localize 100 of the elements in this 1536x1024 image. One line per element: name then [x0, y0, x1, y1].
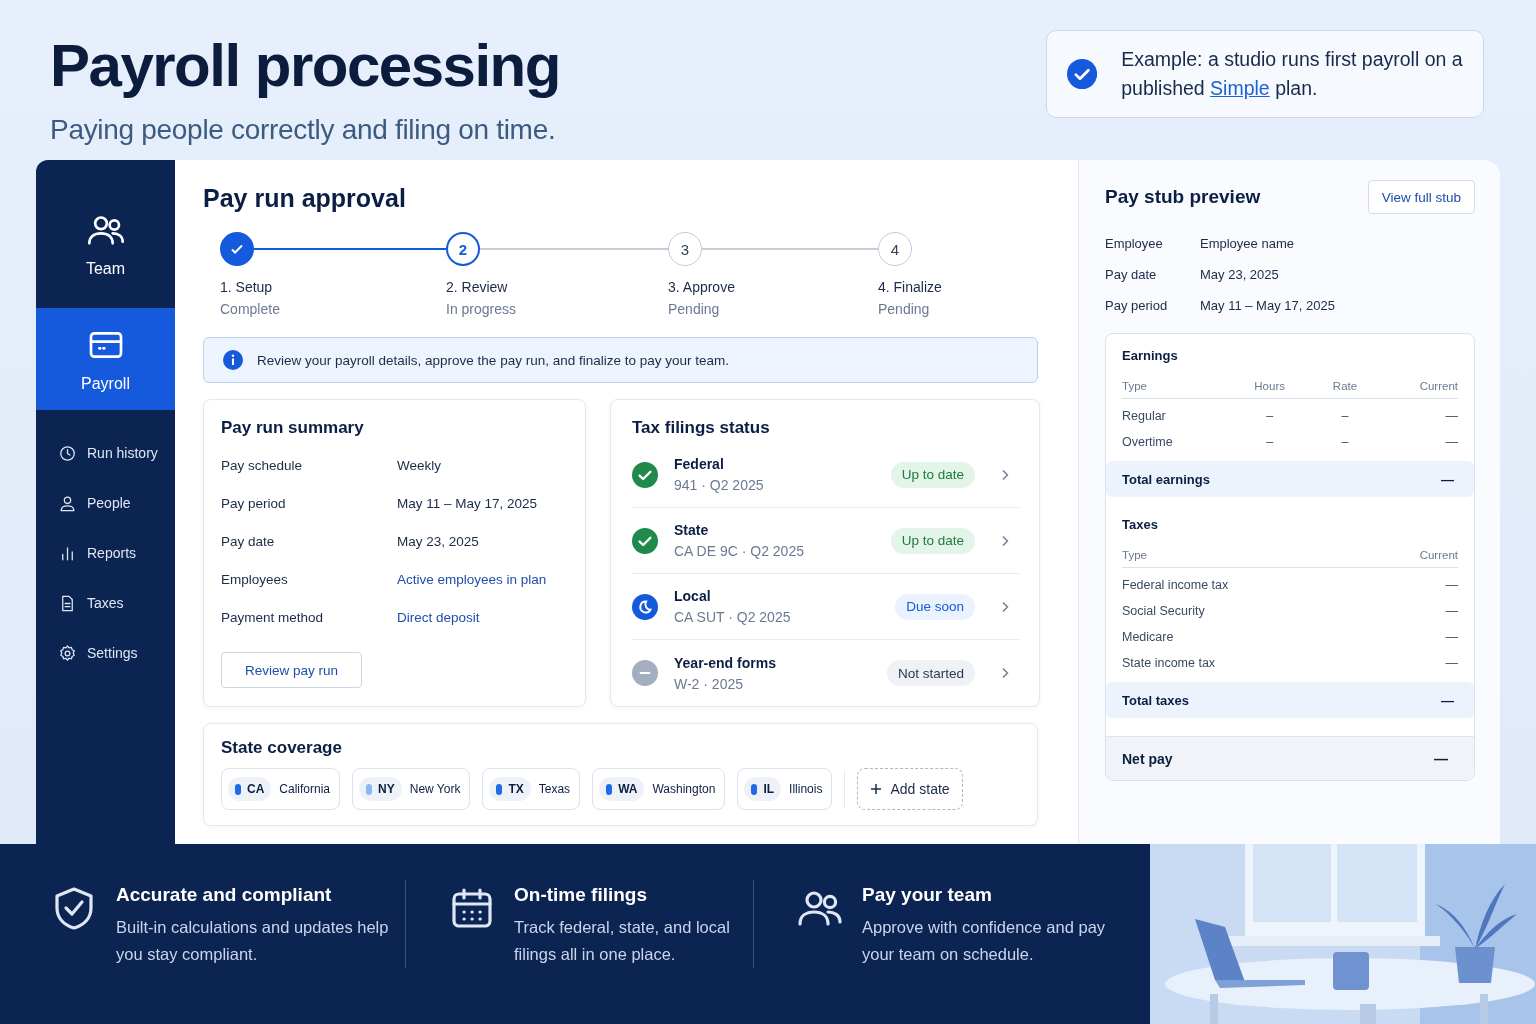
state-name: New York — [409, 782, 461, 796]
filing-detail: W-2 · 2025 — [674, 675, 744, 692]
minus-icon — [632, 660, 658, 686]
sidebar-item[interactable]: Taxes — [36, 578, 175, 628]
column-header: Current — [1418, 379, 1458, 392]
state-chip[interactable]: TX Texas — [482, 768, 581, 810]
sidebar-item[interactable]: Team — [36, 160, 175, 308]
sidebar-item[interactable]: People — [36, 478, 175, 528]
page-title: Payroll processing — [50, 31, 560, 101]
filing-name: Federal — [674, 456, 725, 472]
field-label: Pay period — [221, 495, 287, 511]
table-cell-text: — — [1444, 630, 1458, 644]
total-value: — — [1441, 471, 1454, 487]
table-cell-text: – — [1265, 409, 1275, 423]
filing-name: Local — [674, 588, 712, 604]
section-heading: Taxes — [1122, 517, 1159, 532]
field-value: May 23, 2025 — [397, 533, 480, 549]
table-cell-text: State income tax — [1122, 656, 1217, 670]
field-label: Pay date — [1105, 267, 1158, 282]
state-code: IL — [744, 777, 782, 801]
state-name: Washington — [652, 782, 716, 796]
chevron-right-icon[interactable] — [1001, 600, 1009, 613]
chevron-right-icon[interactable] — [1001, 667, 1009, 679]
filing-name: Year-end forms — [674, 654, 777, 671]
column-header: Current — [1418, 548, 1458, 561]
table-cell-text: Regular — [1122, 409, 1167, 423]
table-cell-text: Federal income tax — [1122, 578, 1230, 592]
table-cell-text: – — [1265, 435, 1275, 449]
filing-detail: CA SUT · Q2 2025 — [674, 609, 792, 625]
field-label: Pay period — [1105, 298, 1169, 313]
check-icon — [632, 527, 658, 554]
table-cell-text: – — [1340, 409, 1350, 423]
state-name: Illinois — [789, 782, 823, 796]
step-status: In progress — [446, 301, 518, 317]
card-title: Tax filings status — [632, 418, 771, 438]
field-label: Payment method — [221, 609, 325, 625]
total-label: Total earnings — [1122, 471, 1210, 487]
field-label: Pay date — [221, 533, 276, 549]
state-code: WA — [599, 777, 645, 801]
add-state-button[interactable]: Add state — [857, 768, 963, 810]
feature-text: Approve with confidence and pay your team on schedule. — [862, 917, 1107, 965]
step-status: Pending — [668, 301, 721, 317]
chevron-right-icon[interactable] — [1001, 468, 1009, 481]
table-cell-text: — — [1444, 604, 1458, 618]
step-label: 2. Review — [446, 279, 509, 295]
step-status: Complete — [220, 301, 281, 317]
field-value: Active employees in plan — [397, 571, 548, 587]
status-pill: Not started — [886, 660, 975, 686]
settings-icon — [58, 643, 77, 663]
feature-text: Track federal, state, and local filings all in one place. — [514, 917, 731, 965]
state-chip[interactable]: WA Washington — [592, 768, 726, 810]
column-header: Rate — [1331, 379, 1359, 392]
page-subtitle: Paying people correctly and filing on time. — [50, 114, 557, 146]
status-pill: Up to date — [890, 461, 975, 488]
card-title: State coverage — [221, 738, 343, 758]
column-header: Hours — [1253, 379, 1286, 392]
total-value: — — [1441, 692, 1454, 708]
feature-title: Pay your team — [862, 884, 993, 906]
step-label: 3. Approve — [668, 279, 736, 295]
state-code: TX — [489, 777, 531, 801]
step-label: 4. Finalize — [878, 279, 943, 295]
status-pill: Due soon — [895, 593, 975, 620]
state-chip[interactable]: NY New York — [352, 768, 471, 810]
section-heading: Earnings — [1122, 348, 1179, 363]
review-button[interactable]: Review pay run — [221, 652, 363, 688]
table-cell-text: Overtime — [1122, 435, 1174, 449]
sidebar-item[interactable]: Reports — [36, 528, 175, 578]
state-name: Texas — [538, 782, 571, 796]
table-cell-text: — — [1444, 578, 1458, 592]
table-cell-text: — — [1444, 656, 1458, 670]
sidebar-item[interactable]: Run history — [36, 428, 175, 478]
card-title: Pay run summary — [221, 418, 365, 438]
table-cell-text: Social Security — [1122, 604, 1206, 618]
sidebar-item[interactable]: Settings — [36, 628, 175, 678]
step-status: Pending — [878, 301, 931, 317]
step-marker: 4 — [878, 232, 912, 266]
status-pill: Up to date — [890, 527, 975, 554]
table-cell-text: — — [1444, 409, 1458, 423]
sidebar-item[interactable]: Payroll — [36, 308, 175, 410]
state-code: CA — [228, 777, 272, 801]
feature-text: Built-in calculations and updates help you stay compliant. — [116, 917, 390, 965]
plan-link[interactable]: Simple — [1210, 77, 1270, 99]
filing-detail: 941 · Q2 2025 — [674, 477, 765, 493]
field-value: Employee name — [1200, 236, 1295, 251]
table-cell-text: – — [1340, 435, 1350, 449]
field-label: Employees — [221, 571, 289, 587]
total-label: Total taxes — [1122, 692, 1189, 708]
state-chip[interactable]: IL Illinois — [737, 768, 833, 810]
info-text: Review your payroll details, approve the pay run, and finalize to pay your team. — [257, 352, 729, 368]
view-stub-button[interactable]: View full stub — [1367, 180, 1475, 214]
info-icon — [223, 350, 243, 370]
field-label: Employee — [1105, 236, 1164, 251]
feature-title: Accurate and compliant — [116, 884, 333, 906]
chevron-right-icon[interactable] — [1001, 534, 1009, 547]
field-value: May 23, 2025 — [1200, 267, 1280, 282]
field-label: Pay schedule — [221, 457, 304, 473]
state-name: California — [279, 782, 331, 796]
check-icon — [632, 461, 658, 488]
state-chip[interactable]: CA California — [221, 768, 341, 810]
net-pay-value: — — [1434, 750, 1448, 767]
